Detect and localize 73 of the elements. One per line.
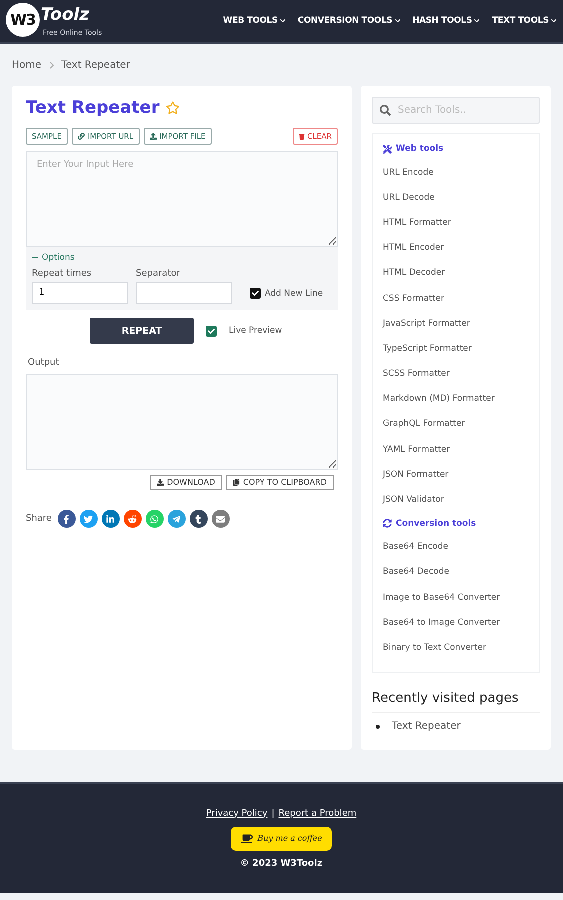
group-title: Web tools: [396, 144, 444, 154]
output-button[interactable]: COPY TO CLIPBOARD: [226, 475, 334, 490]
minus-icon[interactable]: [32, 255, 38, 261]
chevron-down-icon: [474, 18, 480, 24]
output-button[interactable]: DOWNLOAD: [150, 475, 222, 490]
logo-name[interactable]: Toolz: [41, 5, 90, 25]
tool-link[interactable]: HTML Decoder: [383, 260, 529, 286]
sync-icon: [383, 519, 392, 528]
options-toggle[interactable]: Options: [42, 253, 75, 263]
tool-link[interactable]: URL Decode: [383, 185, 529, 210]
email-share-icon[interactable]: [212, 510, 230, 528]
tools-icon: [383, 144, 392, 154]
tool-link[interactable]: SCSS Formatter: [383, 362, 529, 387]
tool-link[interactable]: Binary to Text Converter: [383, 635, 529, 661]
nav-menu-link[interactable]: TEXT TOOLS: [492, 16, 557, 26]
tool-link[interactable]: Image to Base64 Converter: [383, 585, 529, 610]
repeat-times-field[interactable]: 1: [32, 282, 128, 304]
nav-menu-link[interactable]: HASH TOOLS: [412, 16, 480, 26]
recent-link[interactable]: Text Repeater: [392, 721, 461, 732]
tool-link[interactable]: CSS Formatter: [383, 286, 529, 312]
separator-field[interactable]: [136, 282, 232, 304]
link-icon: [78, 133, 85, 140]
star-icon[interactable]: [166, 101, 180, 115]
download-icon: [157, 479, 164, 486]
chevron-down-icon: [394, 18, 401, 24]
upload-icon: [150, 133, 157, 140]
output-label: Output: [28, 358, 60, 368]
tool-link[interactable]: HTML Encoder: [383, 236, 529, 261]
tool-link[interactable]: GraphQL Formatter: [383, 412, 529, 438]
chevron-down-icon: [551, 18, 557, 24]
tool-link[interactable]: Base64 to Image Converter: [383, 610, 529, 636]
checkbox[interactable]: [250, 288, 261, 299]
footer-separator: |: [272, 808, 275, 818]
share-label: Share: [26, 514, 52, 524]
share-icon[interactable]: [58, 510, 76, 528]
tool-link[interactable]: Base64 Decode: [383, 560, 529, 585]
chevron-down-icon: [280, 18, 286, 24]
recent-title: Recently visited pages: [372, 691, 540, 713]
tool-link[interactable]: URL Encode: [383, 160, 529, 186]
tool-link[interactable]: JavaScript Formatter: [383, 311, 529, 336]
nav-menu-link[interactable]: WEB TOOLS: [223, 16, 286, 26]
field-label: Separator: [136, 269, 182, 279]
copy-icon: [233, 479, 240, 486]
input-field[interactable]: Enter Your Input Here: [26, 151, 338, 247]
repeat-button[interactable]: REPEAT: [90, 318, 194, 344]
footer-link[interactable]: Privacy Policy: [206, 808, 268, 818]
checkbox-label: Live Preview: [229, 326, 282, 336]
group-title: Conversion tools: [396, 518, 476, 529]
search-field[interactable]: Search Tools..: [372, 97, 540, 124]
checkbox[interactable]: [206, 326, 217, 336]
tool-link[interactable]: Base64 Encode: [383, 534, 529, 560]
trash-icon: [298, 134, 304, 140]
page-title: Text Repeater: [26, 98, 160, 118]
share-icon[interactable]: [190, 510, 208, 528]
breadcrumb-link[interactable]: Home: [12, 60, 42, 70]
coffee-cup-icon: [240, 832, 253, 844]
chevron-right-icon: [50, 62, 54, 68]
footer-link[interactable]: Report a Problem: [278, 808, 357, 818]
tool-link[interactable]: TypeScript Formatter: [383, 336, 529, 362]
tool-link[interactable]: Markdown (MD) Formatter: [383, 386, 529, 412]
copyright: © 2023 W3Toolz: [240, 858, 323, 868]
tool-link[interactable]: YAML Formatter: [383, 437, 529, 462]
tool-link[interactable]: HTML Formatter: [383, 210, 529, 236]
nav-menu-link[interactable]: CONVERSION TOOLS: [298, 16, 401, 26]
tool-link[interactable]: JSON Formatter: [383, 462, 529, 488]
checkbox-label: Add New Line: [265, 288, 324, 298]
bullet-icon: [376, 724, 380, 728]
tool-link[interactable]: JSON Validator: [383, 487, 529, 513]
logo-mark[interactable]: W3: [6, 3, 40, 37]
output-field[interactable]: [26, 374, 338, 470]
share-icon[interactable]: [102, 510, 120, 528]
coffee-button[interactable]: Buy me a coffee: [230, 826, 332, 850]
field-label: Repeat times: [32, 269, 93, 279]
